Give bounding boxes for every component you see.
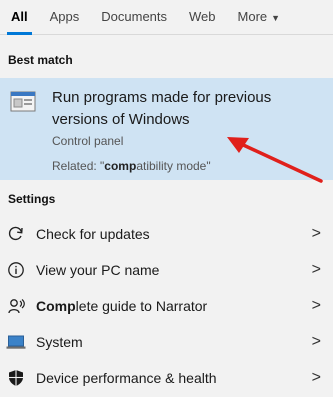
label-highlight: Comp <box>36 298 76 314</box>
search-filter-tabs: All Apps Documents Web More ▼ <box>0 0 333 35</box>
tab-more[interactable]: More ▼ <box>227 0 292 34</box>
compatibility-app-icon <box>10 91 36 112</box>
shield-icon <box>6 368 26 388</box>
best-match-related: Related: "compatibility mode" <box>52 159 211 173</box>
tab-documents[interactable]: Documents <box>90 0 178 34</box>
info-icon <box>6 260 26 280</box>
narrator-icon <box>6 296 26 316</box>
settings-item-system[interactable]: System > <box>0 324 333 360</box>
chevron-right-icon: > <box>311 225 321 242</box>
settings-heading: Settings <box>8 192 56 206</box>
settings-item-label: System <box>36 334 83 350</box>
label-rest: lete guide to Narrator <box>75 298 208 314</box>
best-match-title: Run programs made for previous versions … <box>52 89 272 128</box>
annotation-arrow-icon <box>227 137 323 183</box>
settings-item-view-pc-name[interactable]: View your PC name > <box>0 252 333 288</box>
refresh-icon <box>6 224 26 244</box>
settings-item-label: Device performance & health <box>36 370 217 386</box>
settings-item-label: View your PC name <box>36 262 160 278</box>
best-match-subtitle: Control panel <box>52 134 124 148</box>
settings-item-device-health[interactable]: Device performance & health > <box>0 360 333 396</box>
chevron-right-icon: > <box>311 333 321 350</box>
tab-all[interactable]: All <box>0 0 39 35</box>
related-highlight: comp <box>104 159 137 173</box>
tab-apps[interactable]: Apps <box>39 0 91 34</box>
settings-item-label: Complete guide to Narrator <box>36 298 312 314</box>
related-prefix: Related: " <box>52 159 105 173</box>
settings-item-label: Check for updates <box>36 226 150 242</box>
chevron-down-icon: ▼ <box>271 13 281 23</box>
laptop-icon <box>6 332 26 352</box>
settings-item-check-for-updates[interactable]: Check for updates > <box>0 216 333 252</box>
related-rest: atibility mode" <box>136 159 211 173</box>
settings-item-narrator-guide[interactable]: Complete guide to Narrator > <box>0 288 333 324</box>
tab-more-label: More <box>237 9 268 24</box>
chevron-right-icon: > <box>311 297 321 314</box>
chevron-right-icon: > <box>311 369 321 386</box>
best-match-heading: Best match <box>8 53 73 67</box>
tab-web[interactable]: Web <box>178 0 227 34</box>
chevron-right-icon: > <box>311 261 321 278</box>
